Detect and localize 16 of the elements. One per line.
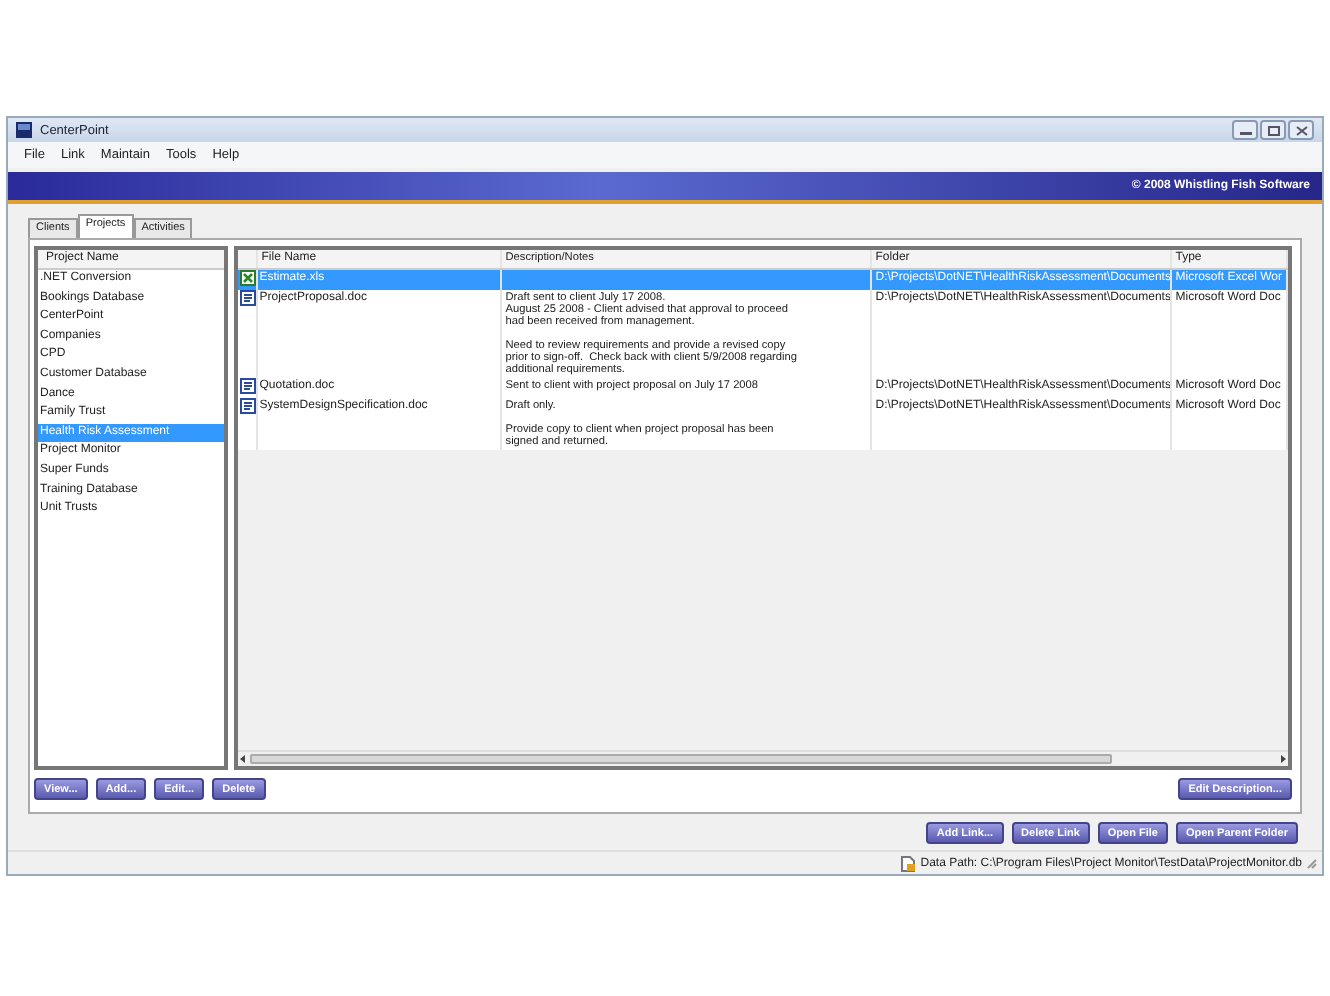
scroll-left-icon	[237, 754, 248, 764]
scroll-right-icon	[1278, 754, 1288, 764]
document-icon	[239, 290, 256, 306]
document-icon	[239, 378, 256, 394]
close-button[interactable]	[1288, 120, 1314, 140]
scroll-thumb[interactable]	[249, 754, 1112, 764]
maximize-icon	[1267, 125, 1279, 135]
resize-grip-icon	[1306, 857, 1318, 869]
horizontal-scrollbar[interactable]	[237, 750, 1288, 766]
file-row[interactable]	[237, 290, 1288, 378]
document-icon	[239, 398, 256, 414]
close-icon	[1295, 125, 1307, 135]
app-icon	[16, 122, 32, 138]
maximize-button[interactable]	[1260, 120, 1286, 140]
minimize-button[interactable]	[1232, 120, 1258, 140]
database-file-icon	[900, 855, 917, 871]
